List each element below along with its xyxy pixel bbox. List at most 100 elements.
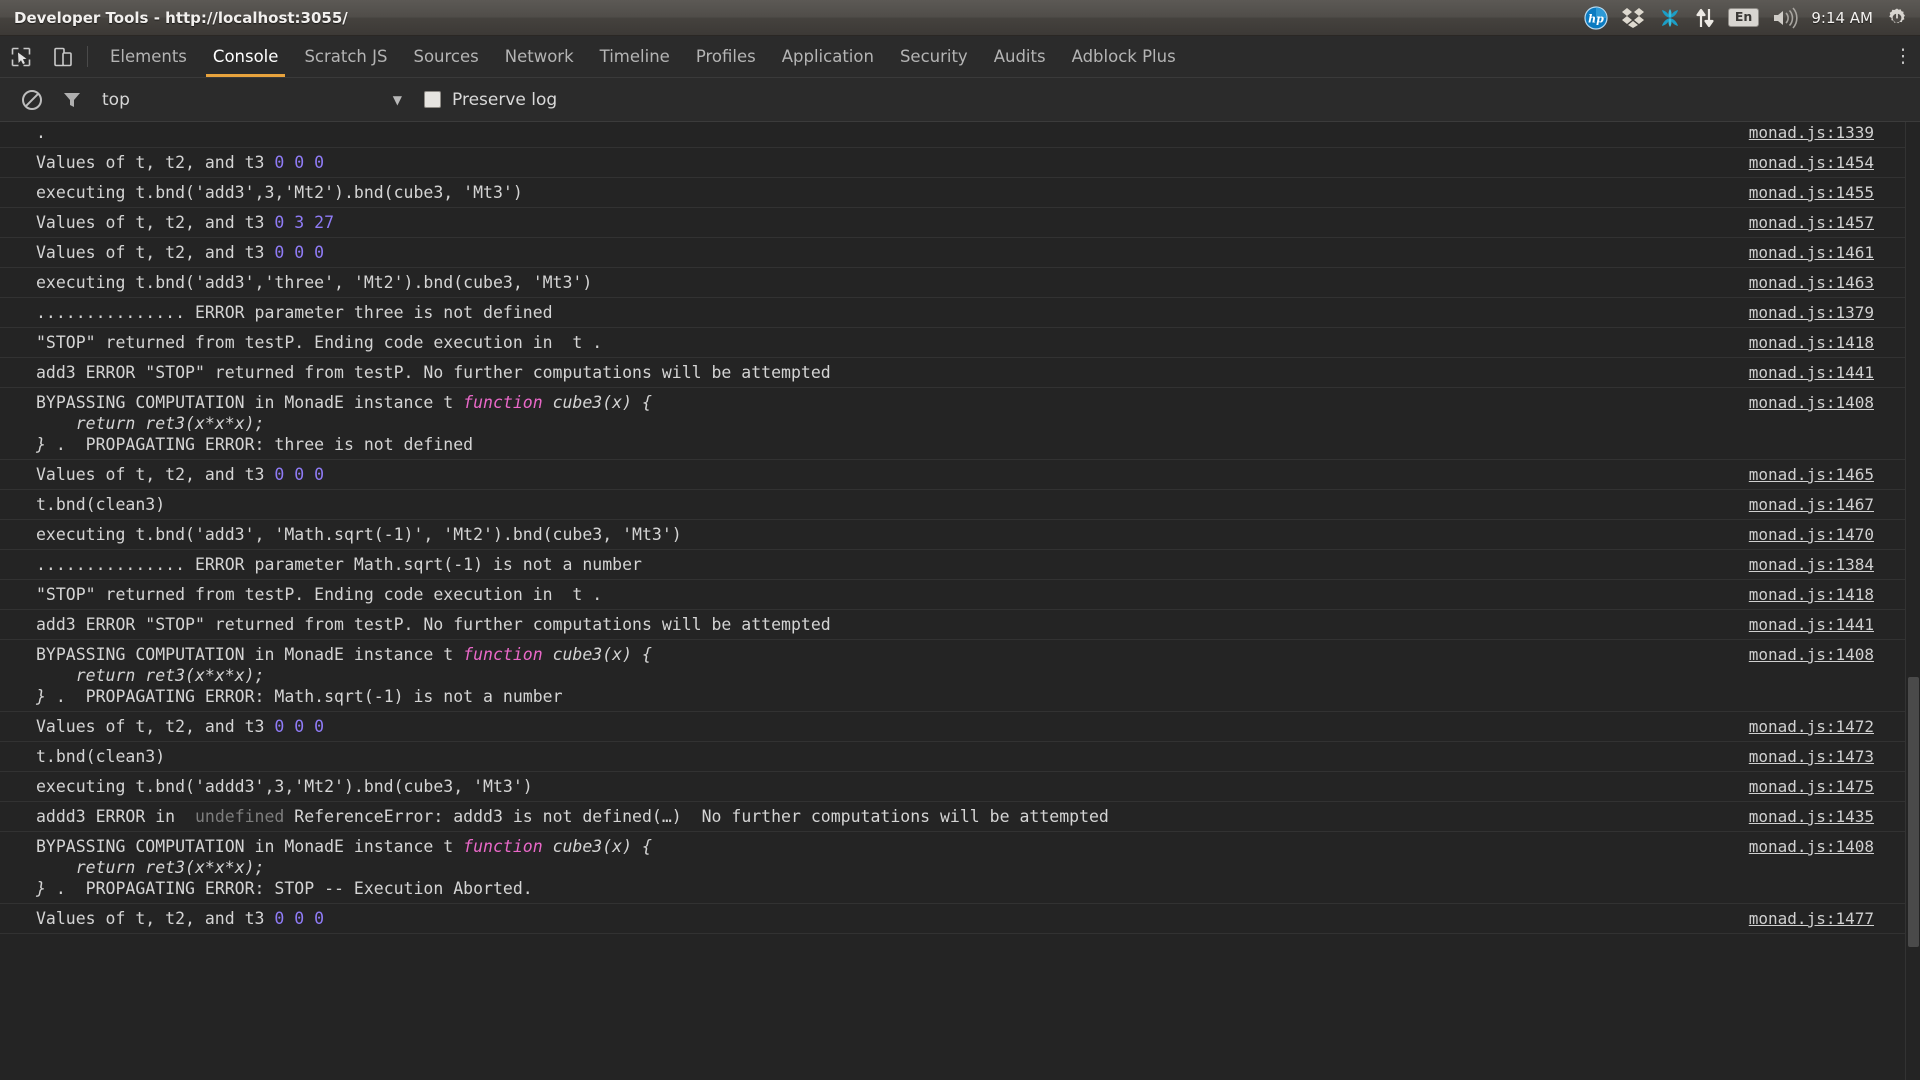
system-tray: hp En 9:14 AM — [1584, 4, 1912, 32]
console-source-link[interactable]: monad.js:1418 — [1749, 584, 1920, 605]
console-source-link[interactable]: monad.js:1408 — [1749, 644, 1920, 665]
ribbon-icon[interactable] — [1658, 4, 1682, 32]
tab-adblock-plus[interactable]: Adblock Plus — [1059, 36, 1189, 77]
console-message: Values of t, t2, and t3 0 0 0monad.js:14… — [0, 148, 1920, 178]
dropbox-icon[interactable] — [1621, 4, 1645, 32]
console-message-text: Values of t, t2, and t3 0 3 27 — [36, 212, 1749, 233]
window-title-bar: Developer Tools - http://localhost:3055/… — [0, 0, 1920, 36]
execution-context-select[interactable]: top ▼ — [102, 90, 402, 110]
console-source-link[interactable]: monad.js:1435 — [1749, 806, 1920, 827]
console-token-kw: function — [463, 645, 552, 664]
console-message: t.bnd(clean3)monad.js:1473 — [0, 742, 1920, 772]
console-message-text: Values of t, t2, and t3 0 0 0 — [36, 716, 1749, 737]
clear-console-icon[interactable] — [12, 88, 52, 112]
scrollbar-thumb[interactable] — [1908, 677, 1919, 947]
tab-scratch-js[interactable]: Scratch JS — [291, 36, 400, 77]
device-toolbar-icon[interactable] — [42, 36, 84, 77]
console-token-num: 0 0 0 — [274, 465, 324, 484]
console-source-link[interactable]: monad.js:1465 — [1749, 464, 1920, 485]
console-message: Values of t, t2, and t3 0 0 0monad.js:14… — [0, 460, 1920, 490]
network-updown-icon[interactable] — [1695, 4, 1715, 32]
console-token-plain: add3 ERROR "STOP" returned from testP. N… — [36, 615, 831, 634]
chevron-down-icon: ▼ — [393, 93, 402, 107]
console-scrollbar[interactable] — [1905, 122, 1920, 1080]
console-token-plain: Values of t, t2, and t3 — [36, 465, 274, 484]
console-message: BYPASSING COMPUTATION in MonadE instance… — [0, 832, 1920, 904]
console-token-plain: "STOP" returned from testP. Ending code … — [36, 585, 602, 604]
console-message-list[interactable]: . monad.js:1339 Values of t, t2, and t3 0 … — [0, 122, 1920, 1080]
tab-list: Elements Console Scratch JS Sources Netw… — [97, 36, 1189, 77]
console-token-plain: "STOP" returned from testP. Ending code … — [36, 333, 602, 352]
keyboard-layout-icon[interactable]: En — [1728, 4, 1759, 32]
console-message: t.bnd(clean3) monad.js:1467 — [0, 490, 1920, 520]
console-token-plain: . — [36, 123, 46, 142]
clock[interactable]: 9:14 AM — [1811, 9, 1873, 27]
console-source-link[interactable]: monad.js:1472 — [1749, 716, 1920, 737]
tab-profiles[interactable]: Profiles — [683, 36, 769, 77]
console-message: Values of t, t2, and t3 0 0 0monad.js:14… — [0, 904, 1920, 934]
console-source-link[interactable]: monad.js:1467 — [1749, 494, 1920, 515]
tab-sources[interactable]: Sources — [400, 36, 491, 77]
console-message-text: "STOP" returned from testP. Ending code … — [36, 584, 1749, 605]
power-gear-icon[interactable] — [1886, 4, 1908, 32]
tab-network[interactable]: Network — [492, 36, 587, 77]
console-message-text: ............... ERROR parameter Math.sqr… — [36, 554, 1749, 575]
preserve-log-label: Preserve log — [452, 90, 557, 110]
tab-console[interactable]: Console — [200, 36, 292, 77]
tab-audits[interactable]: Audits — [981, 36, 1059, 77]
console-token-plain: addd3 ERROR in — [36, 807, 195, 826]
console-message-text: Values of t, t2, and t3 0 0 0 — [36, 464, 1749, 485]
console-source-link[interactable]: monad.js:1477 — [1749, 908, 1920, 929]
console-source-link[interactable]: monad.js:1441 — [1749, 362, 1920, 383]
console-source-link[interactable]: monad.js:1455 — [1749, 182, 1920, 203]
console-token-plain: . PROPAGATING ERROR: STOP -- Execution A… — [46, 879, 533, 898]
tab-timeline[interactable]: Timeline — [587, 36, 683, 77]
console-source-link[interactable]: monad.js:1339 — [1749, 122, 1920, 143]
console-message-text: . — [36, 122, 1749, 143]
filter-funnel-icon[interactable] — [52, 89, 92, 111]
tab-security[interactable]: Security — [887, 36, 981, 77]
console-message: "STOP" returned from testP. Ending code … — [0, 580, 1920, 610]
console-token-plain: t.bnd(clean3) — [36, 495, 165, 514]
console-message: ............... ERROR parameter three is… — [0, 298, 1920, 328]
console-source-link[interactable]: monad.js:1379 — [1749, 302, 1920, 323]
console-message: addd3 ERROR in undefined ReferenceError:… — [0, 802, 1920, 832]
console-token-num: 0 0 0 — [274, 153, 324, 172]
console-source-link[interactable]: monad.js:1408 — [1749, 836, 1920, 857]
console-source-link[interactable]: monad.js:1470 — [1749, 524, 1920, 545]
console-token-plain: BYPASSING COMPUTATION in MonadE instance… — [36, 837, 463, 856]
preserve-log-checkbox[interactable] — [424, 91, 441, 108]
console-message: BYPASSING COMPUTATION in MonadE instance… — [0, 388, 1920, 460]
console-source-link[interactable]: monad.js:1454 — [1749, 152, 1920, 173]
tab-elements[interactable]: Elements — [97, 36, 200, 77]
console-message: ............... ERROR parameter Math.sqr… — [0, 550, 1920, 580]
console-token-num: 0 0 0 — [274, 717, 324, 736]
console-message-text: add3 ERROR "STOP" returned from testP. N… — [36, 362, 1749, 383]
console-token-plain: Values of t, t2, and t3 — [36, 717, 274, 736]
console-message-text: executing t.bnd('add3','three', 'Mt2').b… — [36, 272, 1749, 293]
console-message-text: executing t.bnd('addd3',3,'Mt2').bnd(cub… — [36, 776, 1749, 797]
console-message: add3 ERROR "STOP" returned from testP. N… — [0, 358, 1920, 388]
console-source-link[interactable]: monad.js:1441 — [1749, 614, 1920, 635]
console-source-link[interactable]: monad.js:1463 — [1749, 272, 1920, 293]
console-message-text: executing t.bnd('add3',3,'Mt2').bnd(cube… — [36, 182, 1749, 203]
execution-context-value: top — [102, 90, 130, 110]
tab-application[interactable]: Application — [769, 36, 887, 77]
console-source-link[interactable]: monad.js:1408 — [1749, 392, 1920, 413]
console-source-link[interactable]: monad.js:1461 — [1749, 242, 1920, 263]
more-options-icon[interactable]: ⋮ — [1886, 36, 1920, 77]
console-source-link[interactable]: monad.js:1384 — [1749, 554, 1920, 575]
console-source-link[interactable]: monad.js:1457 — [1749, 212, 1920, 233]
inspect-element-icon[interactable] — [0, 36, 42, 77]
volume-icon[interactable] — [1772, 4, 1798, 32]
console-message-text: t.bnd(clean3) — [36, 494, 1749, 515]
console-source-link[interactable]: monad.js:1418 — [1749, 332, 1920, 353]
hp-logo-icon[interactable]: hp — [1584, 4, 1608, 32]
console-message: executing t.bnd('addd3',3,'Mt2').bnd(cub… — [0, 772, 1920, 802]
console-messages: . monad.js:1339 Values of t, t2, and t3 0 … — [0, 122, 1920, 934]
console-source-link[interactable]: monad.js:1473 — [1749, 746, 1920, 767]
preserve-log-toggle[interactable]: Preserve log — [424, 90, 557, 110]
console-source-link[interactable]: monad.js:1475 — [1749, 776, 1920, 797]
console-token-num: 0 3 27 — [274, 213, 334, 232]
console-token-plain: ReferenceError: addd3 is not defined(…) … — [284, 807, 1109, 826]
